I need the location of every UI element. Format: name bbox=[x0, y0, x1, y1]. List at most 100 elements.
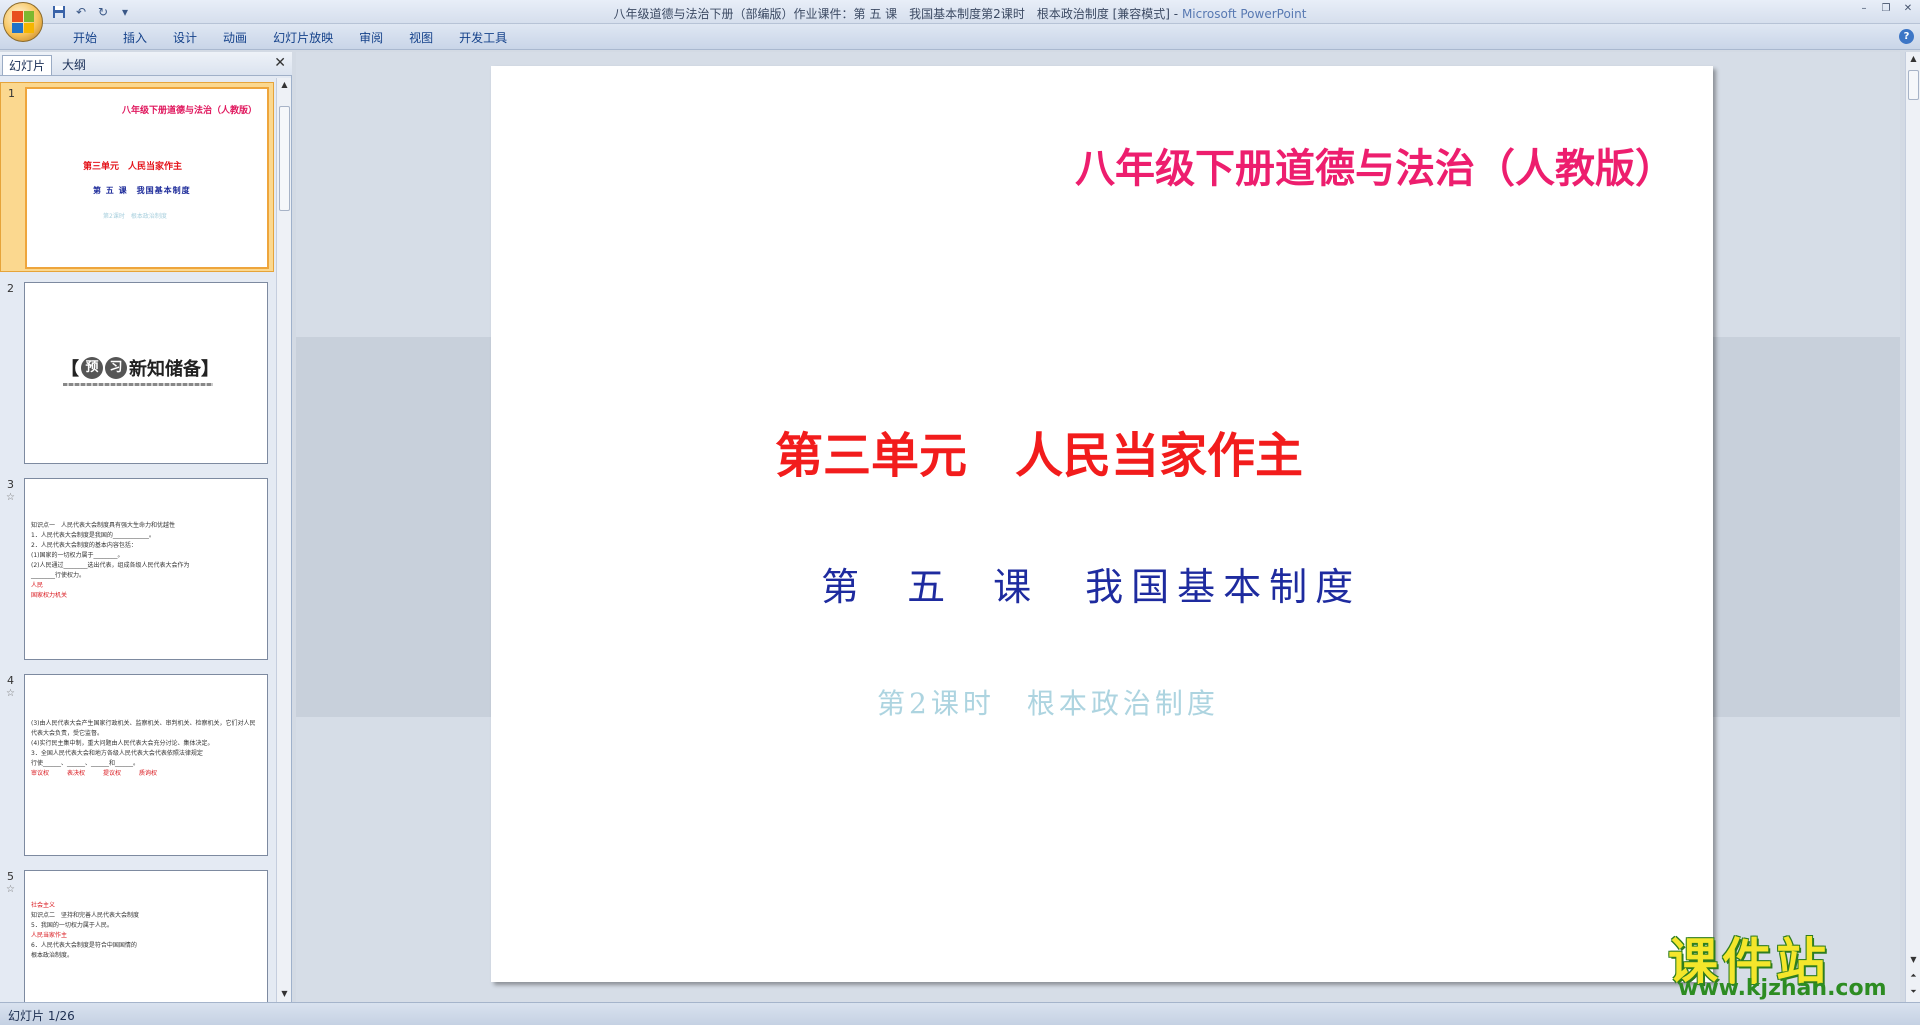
thumbnail-number: 5 bbox=[7, 870, 14, 883]
thumbnail-text: 社会主义 知识点二 坚持和完善人民代表大会制度 5．我国的一切权力属于人民。 人… bbox=[31, 901, 261, 961]
main-scrollbar[interactable]: ▲ ▼ ⏶ ⏷ bbox=[1905, 52, 1920, 1002]
heading-bracket: 【 bbox=[61, 359, 79, 380]
animation-star-icon: ☆ bbox=[6, 884, 15, 895]
text-line: ________行使权力。 bbox=[31, 572, 86, 579]
slide-indicator: 幻灯片 1/26 bbox=[8, 1009, 75, 1023]
tab-outline[interactable]: 大纲 bbox=[56, 55, 92, 75]
thumbnail-scrollbar[interactable]: ▲ ▼ bbox=[276, 78, 291, 1002]
text-line: 知识点二 坚持和完善人民代表大会制度 bbox=[31, 912, 140, 919]
next-slide-icon[interactable]: ⏷ bbox=[1908, 987, 1919, 998]
window-controls: – ❐ ✕ bbox=[1856, 2, 1916, 16]
slide-unit-heading[interactable]: 第三单元 人民当家作主 bbox=[775, 416, 1303, 486]
tab-insert[interactable]: 插入 bbox=[110, 29, 160, 47]
scroll-down-icon[interactable]: ▼ bbox=[279, 989, 290, 1000]
window-title-text: 八年级道德与法治下册（部编版）作业课件：第 五 课 我国基本制度第2课时 根本政… bbox=[613, 7, 1182, 21]
tab-home[interactable]: 开始 bbox=[60, 29, 110, 47]
slide-lesson-heading[interactable]: 第 五 课 我国基本制度 bbox=[821, 556, 1361, 611]
tab-slides[interactable]: 幻灯片 bbox=[2, 55, 53, 75]
watermark: 课件站 www.kjzhan.com bbox=[1668, 922, 1908, 1002]
office-logo-icon bbox=[12, 11, 34, 33]
thumbnail-text: (3)由人民代表大会产生国家行政机关、监察机关、审判机关、检察机关，它们对人民代… bbox=[31, 719, 261, 779]
scroll-down-icon[interactable]: ▼ bbox=[1908, 955, 1919, 966]
thumbnail-canvas: 八年级下册道德与法治（人教版） 第三单元 人民当家作主 第 五 课 我国基本制度… bbox=[25, 87, 269, 269]
slides-panel: 幻灯片 大纲 ✕ 1 八年级下册道德与法治（人教版） 第三单元 人民当家作主 第… bbox=[0, 52, 292, 1002]
thumbnail-number: 4 bbox=[7, 674, 14, 687]
thumbnail-canvas: 【 预 习 新知储备】 bbox=[24, 282, 268, 464]
scrollbar-thumb[interactable] bbox=[279, 106, 290, 211]
text-line: 5．我国的一切权力属于人民。 bbox=[31, 922, 113, 929]
answer-mark: 人民 bbox=[31, 582, 44, 589]
slide-title[interactable]: 八年级下册道德与法治（人教版） bbox=[1075, 136, 1675, 194]
slide-period-heading[interactable]: 第2课时 根本政治制度 bbox=[877, 682, 1219, 722]
thumbnail-slide-4[interactable]: 4 ☆ (3)由人民代表大会产生国家行政机关、监察机关、审判机关、检察机关，它们… bbox=[0, 670, 274, 860]
text-line: 行使______、______、______和______。 bbox=[31, 760, 140, 767]
text-line: (4)实行民主集中制，重大问题由人民代表大会充分讨论、集体决定。 bbox=[31, 740, 214, 747]
app-name: Microsoft PowerPoint bbox=[1181, 7, 1307, 21]
minimize-button[interactable]: – bbox=[1856, 2, 1872, 16]
status-bar: 幻灯片 1/26 bbox=[0, 1002, 1920, 1025]
thumbnail-slide-5[interactable]: 5 ☆ 社会主义 知识点二 坚持和完善人民代表大会制度 5．我国的一切权力属于人… bbox=[0, 866, 274, 1002]
answer-mark: 质询权 bbox=[139, 770, 158, 777]
text-line: 1．人民代表大会制度是我国的____________。 bbox=[31, 532, 155, 539]
scroll-up-icon[interactable]: ▲ bbox=[279, 80, 290, 91]
answer-mark: 表决权 bbox=[67, 770, 86, 777]
heading-text: 新知储备】 bbox=[129, 359, 219, 380]
tab-slideshow[interactable]: 幻灯片放映 bbox=[260, 29, 346, 47]
thumbnail-canvas: 知识点一 人民代表大会制度具有强大生命力和优越性 1．人民代表大会制度是我国的_… bbox=[24, 478, 268, 660]
ribbon-tab-bar: 开始 插入 设计 动画 幻灯片放映 审阅 视图 开发工具 ? bbox=[0, 24, 1920, 50]
tab-developer[interactable]: 开发工具 bbox=[446, 29, 520, 47]
answer-mark: 人民当家作主 bbox=[31, 932, 68, 939]
close-panel-icon[interactable]: ✕ bbox=[274, 55, 286, 71]
thumbnail-unit: 第三单元 人民当家作主 bbox=[83, 162, 183, 172]
tab-design[interactable]: 设计 bbox=[160, 29, 210, 47]
thumbnail-number: 3 bbox=[7, 478, 14, 491]
text-line: 3．全国人民代表大会和地方各级人民代表大会代表依照法律规定 bbox=[31, 750, 203, 757]
answer-mark: 提议权 bbox=[103, 770, 122, 777]
scrollbar-thumb[interactable] bbox=[1908, 70, 1919, 100]
scroll-up-icon[interactable]: ▲ bbox=[1908, 54, 1919, 65]
thumbnail-slide-3[interactable]: 3 ☆ 知识点一 人民代表大会制度具有强大生命力和优越性 1．人民代表大会制度是… bbox=[0, 474, 274, 664]
text-line: 根本政治制度。 bbox=[31, 952, 74, 959]
thumbnail-period: 第2课时 根本政治制度 bbox=[103, 213, 167, 220]
previous-slide-icon[interactable]: ⏶ bbox=[1908, 971, 1919, 982]
answer-marks-row: 审议权 表决权 提议权 质询权 bbox=[31, 769, 261, 779]
animation-star-icon: ☆ bbox=[6, 492, 15, 503]
thumbnail-lesson: 第 五 课 我国基本制度 bbox=[93, 186, 191, 195]
thumbnail-slide-1[interactable]: 1 八年级下册道德与法治（人教版） 第三单元 人民当家作主 第 五 课 我国基本… bbox=[0, 82, 274, 272]
text-line: (1)国家的一切权力属于________。 bbox=[31, 552, 124, 559]
panel-tabs: 幻灯片 大纲 ✕ bbox=[0, 52, 292, 76]
heading-circle-char: 预 bbox=[81, 357, 103, 379]
thumbnail-canvas: (3)由人民代表大会产生国家行政机关、监察机关、审判机关、检察机关，它们对人民代… bbox=[24, 674, 268, 856]
answer-mark: 国家权力机关 bbox=[31, 592, 68, 599]
answer-mark: 审议权 bbox=[31, 770, 50, 777]
preview-heading: 【 预 习 新知储备】 bbox=[61, 355, 219, 381]
thumbnail-canvas: 社会主义 知识点二 坚持和完善人民代表大会制度 5．我国的一切权力属于人民。 人… bbox=[24, 870, 268, 1002]
thumbnail-list: 1 八年级下册道德与法治（人教版） 第三单元 人民当家作主 第 五 课 我国基本… bbox=[0, 78, 274, 1002]
thumbnail-number: 1 bbox=[8, 87, 15, 100]
tab-animations[interactable]: 动画 bbox=[210, 29, 260, 47]
text-line: 2．人民代表大会制度的基本内容包括： bbox=[31, 542, 137, 549]
close-button[interactable]: ✕ bbox=[1900, 2, 1916, 16]
office-button[interactable] bbox=[3, 2, 43, 42]
thumbnail-number: 2 bbox=[7, 282, 14, 295]
animation-star-icon: ☆ bbox=[6, 688, 15, 699]
text-line: (2)人民通过________选出代表，组成各级人民代表大会作为 bbox=[31, 562, 190, 569]
slide-canvas[interactable]: 八年级下册道德与法治（人教版） 第三单元 人民当家作主 第 五 课 我国基本制度… bbox=[491, 66, 1713, 982]
thumbnail-slide-2[interactable]: 2 【 预 习 新知储备】 bbox=[0, 278, 274, 468]
text-line: (3)由人民代表大会产生国家行政机关、监察机关、审判机关、检察机关，它们对人民代… bbox=[31, 720, 256, 737]
slide-workspace: 八年级下册道德与法治（人教版） 第三单元 人民当家作主 第 五 课 我国基本制度… bbox=[296, 52, 1900, 1002]
text-line: 6．人民代表大会制度是符合中国国情的 bbox=[31, 942, 137, 949]
thumbnail-title: 八年级下册道德与法治（人教版） bbox=[121, 106, 257, 116]
help-icon[interactable]: ? bbox=[1899, 29, 1914, 44]
heading-underline bbox=[63, 383, 213, 386]
heading-circle-char: 习 bbox=[105, 357, 127, 379]
tab-view[interactable]: 视图 bbox=[396, 29, 446, 47]
window-title: 八年级道德与法治下册（部编版）作业课件：第 五 课 我国基本制度第2课时 根本政… bbox=[0, 5, 1920, 22]
thumbnail-text: 知识点一 人民代表大会制度具有强大生命力和优越性 1．人民代表大会制度是我国的_… bbox=[31, 521, 261, 601]
text-line: 知识点一 人民代表大会制度具有强大生命力和优越性 bbox=[31, 522, 176, 529]
restore-button[interactable]: ❐ bbox=[1878, 2, 1894, 16]
answer-mark: 社会主义 bbox=[31, 902, 56, 909]
watermark-url: www.kjzhan.com bbox=[1678, 976, 1887, 1001]
tab-review[interactable]: 审阅 bbox=[346, 29, 396, 47]
title-bar: ↶ ↻ ▾ 八年级道德与法治下册（部编版）作业课件：第 五 课 我国基本制度第2… bbox=[0, 0, 1920, 24]
